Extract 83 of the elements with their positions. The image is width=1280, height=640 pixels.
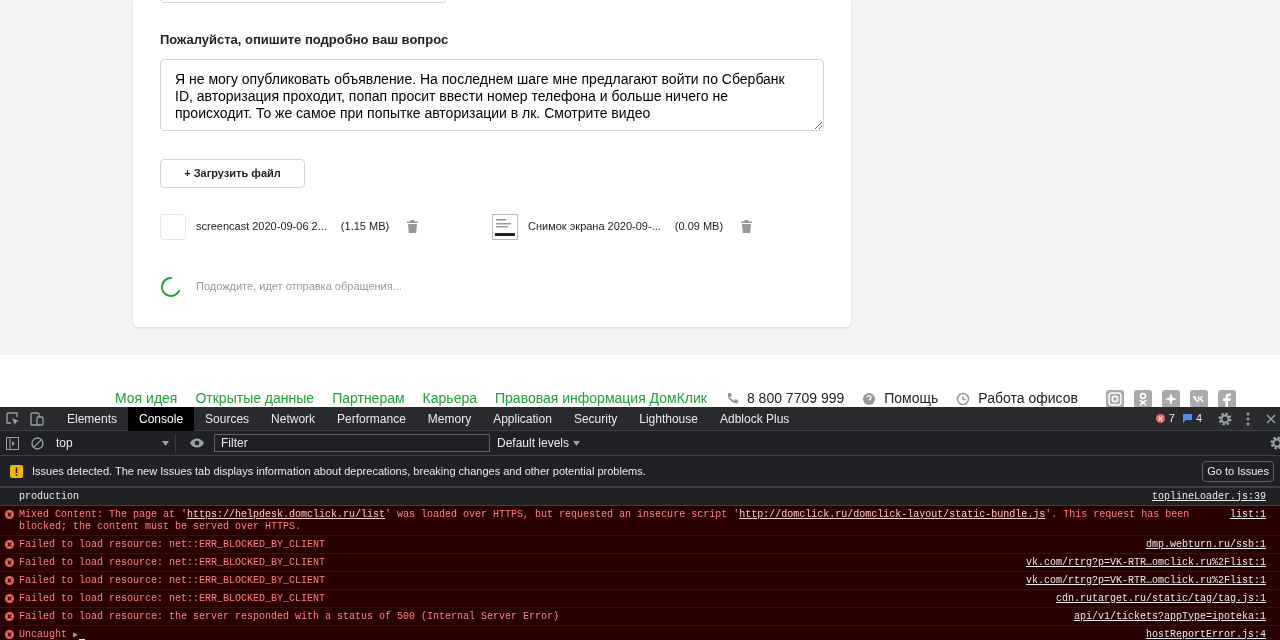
file-size: (1.15 MB) [340, 219, 390, 235]
devtools-tab[interactable]: Security [562, 406, 629, 431]
footer-link[interactable]: Работа офисов [978, 388, 1078, 407]
error-icon [5, 510, 14, 519]
context-select[interactable]: top [56, 434, 176, 452]
issues-message: Issues detected. The new Issues tab displays information about deprecations, breaking changes and other potential problems. [32, 463, 646, 479]
file-thumbnail [160, 213, 186, 240]
devtools-tab[interactable]: Network [260, 406, 327, 431]
eye-icon [190, 438, 204, 448]
footer-link[interactable]: Открытые данные [195, 388, 315, 407]
close-icon [1266, 413, 1276, 424]
error-icon [5, 594, 14, 603]
go-to-issues-button[interactable]: Go to Issues [1202, 460, 1274, 482]
footer-link[interactable]: Помощь [884, 388, 939, 407]
file-name: Снимок экрана 2020-09-... [528, 219, 661, 235]
devtools-tab[interactable]: Memory [416, 406, 483, 431]
source-link[interactable]: hostReportError.js:4 [1145, 628, 1266, 640]
device-toolbar-icon [30, 411, 44, 426]
source-link[interactable]: vk.com/rtrg?p=VK-RTR…omclick.ru%2Flist:1 [1025, 556, 1266, 569]
more-icon [1246, 411, 1250, 426]
expand-arrow[interactable]: ▶ [73, 628, 78, 640]
devtools-tab[interactable]: Application [482, 406, 563, 431]
error-icon [5, 576, 14, 585]
source-link[interactable]: api/v1/tickets?appType=ipoteka:1 [1073, 610, 1266, 623]
message-count: 4 [1195, 411, 1202, 427]
status-text: Подождите, идет отправка обращения... [196, 279, 402, 295]
file-name: screencast 2020-09-06 2... [196, 219, 327, 235]
dropdown-arrow-icon [573, 440, 581, 446]
dropdown-arrow-icon [162, 440, 169, 446]
error-icon [5, 540, 14, 549]
message-link[interactable]: http://domclick.ru/domclick-layout/static-bundle.js [739, 508, 1046, 520]
source-link[interactable]: list:1 [1230, 508, 1266, 521]
source-link[interactable]: vk.com/rtrg?p=VK-RTR…omclick.ru%2Flist:1 [1025, 574, 1266, 587]
help-icon [862, 391, 877, 406]
footer-link[interactable]: Правовая информация ДомКлик [495, 388, 707, 407]
question-textarea[interactable]: Я не могу опубликовать объявление. На последнем шаге мне предлагают войти по Сбербанк ID, авторизация проходит, попап просит ввести номер телефона и больше ничего не происходит. То же самое при попытке авторизации в лк. Смотрите видео [160, 58, 824, 131]
clear-console-icon [31, 436, 44, 450]
source-link[interactable]: toplineLoader.js:39 [1151, 490, 1266, 503]
console-message: Failed to load resource: net::ERR_BLOCKED_BY_CLIENT [19, 574, 326, 587]
console-message: Failed to load resource: net::ERR_BLOCKED_BY_CLIENT [19, 556, 326, 569]
phone-number: 8 800 7709 999 [746, 389, 845, 407]
error-icon [1155, 414, 1165, 423]
settings-icon [1218, 411, 1232, 426]
console-message: production [19, 490, 79, 503]
devtools-tab[interactable]: Adblock Plus [708, 406, 801, 431]
spinner-icon [160, 275, 182, 298]
devtools-tab[interactable]: Console [128, 406, 195, 431]
sparkle-icon [1161, 389, 1180, 407]
vk-icon [1189, 389, 1208, 407]
footer-link[interactable]: Карьера [422, 388, 477, 407]
error-icon [5, 612, 14, 621]
console-message: Failed to load resource: net::ERR_BLOCKED_BY_CLIENT [19, 592, 326, 605]
console-message: Failed to load resource: the server responded with a status of 500 (Internal Server Error) [19, 610, 560, 623]
instagram-icon [1105, 389, 1124, 407]
clock-icon [956, 391, 971, 406]
console-message: Mixed Content: The page at 'https://helpdesk.domclick.ru/list' was loaded over HTTPS, but requested an insecure script 'http://domclick.ru/domclick-layout/static-bundle.js'. This request has been blocked; the content must be served over HTTPS. [19, 508, 1190, 533]
trash-icon [741, 220, 753, 233]
devtools-tab[interactable]: Sources [194, 406, 261, 431]
devtools-tab[interactable]: Elements [56, 406, 129, 431]
filter-field[interactable]: Filter [214, 434, 490, 452]
settings-icon [1270, 436, 1280, 450]
sidebar-toggle-icon [6, 436, 19, 450]
ok-icon [1133, 389, 1152, 407]
devtools-tab[interactable]: Lighthouse [628, 406, 709, 431]
source-link[interactable]: cdn.rutarget.ru/static/tag/tag.js:1 [1055, 592, 1266, 605]
console-message: Uncaught [19, 628, 67, 640]
source-link[interactable]: dmp.webturn.ru/ssb:1 [1145, 538, 1266, 551]
levels-dropdown[interactable]: Default levels [497, 434, 581, 452]
footer-link[interactable]: Моя идея [115, 388, 178, 407]
inspect-icon [6, 411, 20, 426]
error-count: 7 [1168, 411, 1175, 427]
message-link[interactable]: https://helpdesk.domclick.ru/list [187, 508, 386, 520]
upload-button[interactable]: + Загрузить файл [160, 158, 305, 188]
message-icon [1182, 414, 1192, 423]
file-size: (0.09 MB) [674, 219, 724, 235]
devtools-tab[interactable]: Performance [326, 406, 417, 431]
warning-icon [10, 464, 23, 478]
error-icon [5, 558, 14, 567]
console-message: Failed to load resource: net::ERR_BLOCKED_BY_CLIENT [19, 538, 326, 551]
facebook-icon [1217, 389, 1236, 407]
question-label: Пожалуйста, опишите подробно ваш вопрос [160, 31, 450, 49]
screenshot-thumbnail-icon [492, 213, 518, 240]
trash-icon [407, 220, 419, 233]
